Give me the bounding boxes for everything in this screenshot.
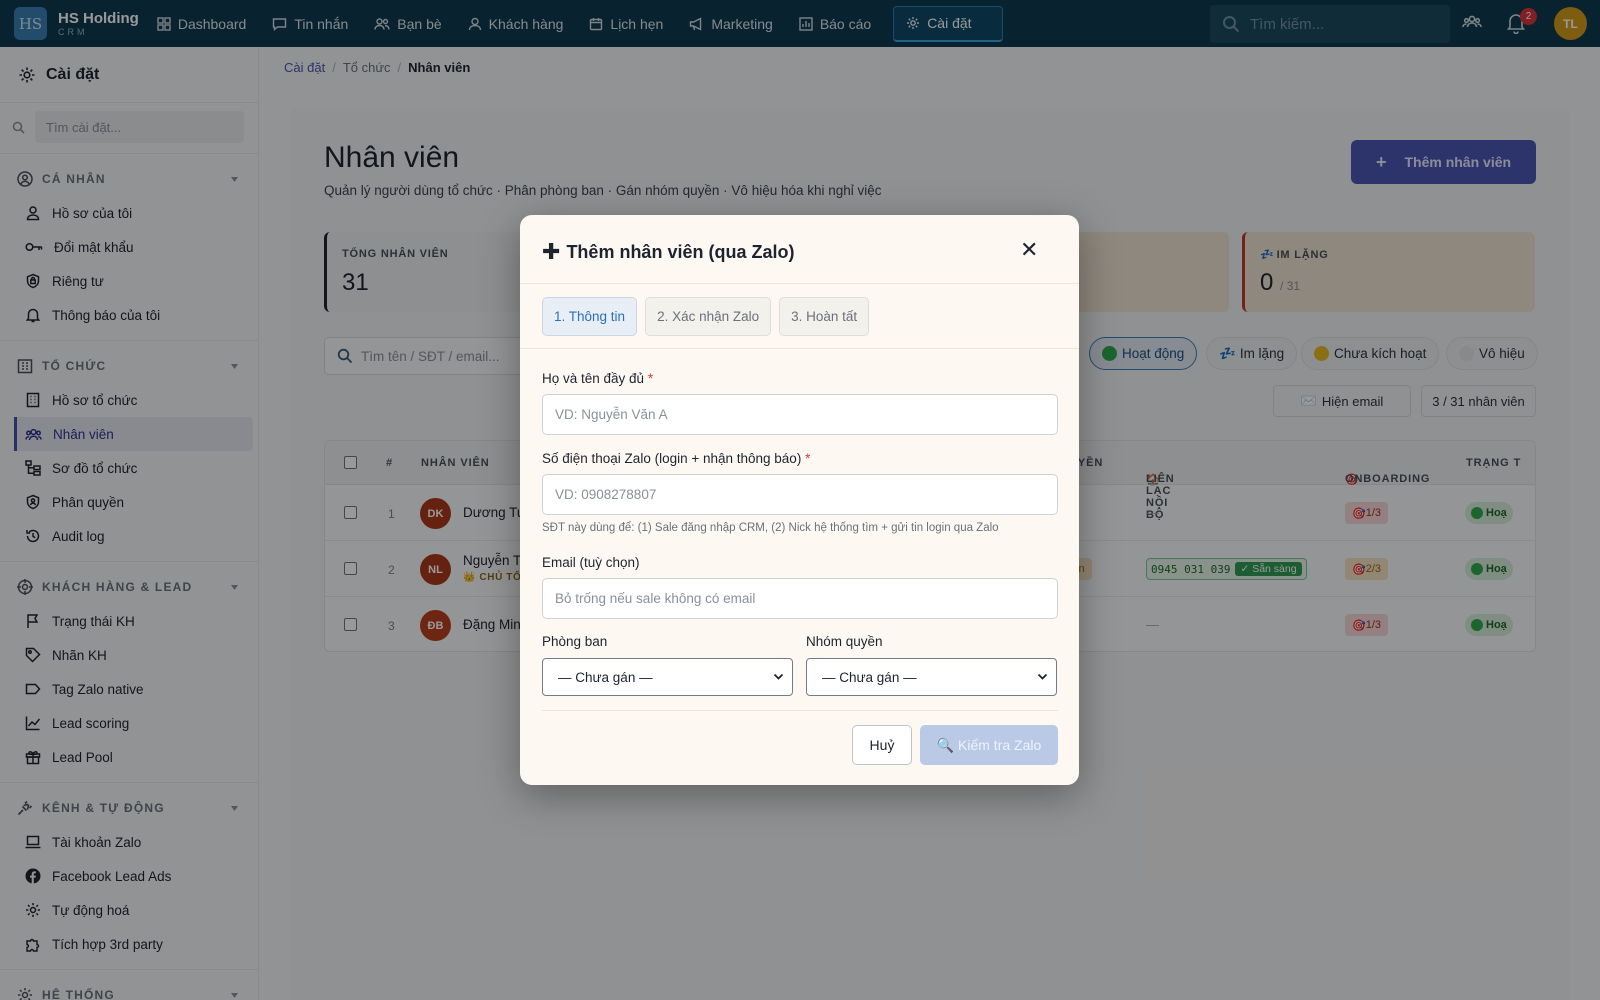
phone-input[interactable]: VD: 0908278807 (542, 474, 1058, 515)
modal-title: ✚ Thêm nhân viên (qua Zalo) (542, 239, 794, 265)
phone-hint: SĐT này dùng để: (1) Sale đăng nhập CRM,… (542, 522, 999, 534)
required-mark: * (805, 451, 811, 466)
department-label: Phòng ban (542, 634, 608, 649)
divider (542, 710, 1058, 711)
required-mark: * (647, 371, 654, 386)
divider (520, 348, 1079, 349)
plus-icon: ✚ (542, 239, 561, 264)
step-confirm-zalo[interactable]: 2. Xác nhận Zalo (645, 297, 772, 336)
phone-placeholder: VD: 0908278807 (555, 487, 657, 502)
chevron-down-icon (773, 673, 784, 680)
step-done[interactable]: 3. Hoàn tất (779, 297, 870, 336)
modal-header: ✚ Thêm nhân viên (qua Zalo) ✕ (520, 215, 1079, 284)
full-name-placeholder: VD: Nguyễn Văn A (555, 407, 668, 422)
phone-label: Số điện thoại Zalo (login + nhận thông b… (542, 451, 810, 466)
email-input[interactable]: Bỏ trống nếu sale không có email (542, 578, 1058, 619)
phone-label-text: Số điện thoại Zalo (login + nhận thông b… (542, 451, 802, 466)
email-placeholder: Bỏ trống nếu sale không có email (555, 591, 756, 606)
permission-group-label: Nhóm quyền (806, 634, 883, 649)
close-icon[interactable]: ✕ (1020, 237, 1038, 263)
department-select[interactable]: — Chưa gán — (542, 658, 793, 696)
add-employee-modal: ✚ Thêm nhân viên (qua Zalo) ✕ 1. Thông ti… (520, 215, 1079, 785)
step-info[interactable]: 1. Thông tin (542, 297, 638, 336)
permission-group-value: — Chưa gán — (822, 669, 917, 685)
chevron-down-icon (1037, 673, 1048, 680)
permission-group-select[interactable]: — Chưa gán — (806, 658, 1057, 696)
full-name-input[interactable]: VD: Nguyễn Văn A (542, 394, 1058, 435)
modal-title-text: Thêm nhân viên (qua Zalo) (566, 241, 795, 262)
cancel-button[interactable]: Huỷ (852, 725, 912, 765)
full-name-label: Họ và tên đầy đủ * (542, 371, 653, 386)
check-zalo-button[interactable]: 🔍 Kiểm tra Zalo (920, 725, 1058, 765)
department-value: — Chưa gán — (558, 669, 653, 685)
modal-steps: 1. Thông tin 2. Xác nhận Zalo 3. Hoàn tấ… (542, 297, 877, 336)
full-name-label-text: Họ và tên đầy đủ (542, 371, 645, 386)
email-label: Email (tuỳ chọn) (542, 555, 640, 570)
